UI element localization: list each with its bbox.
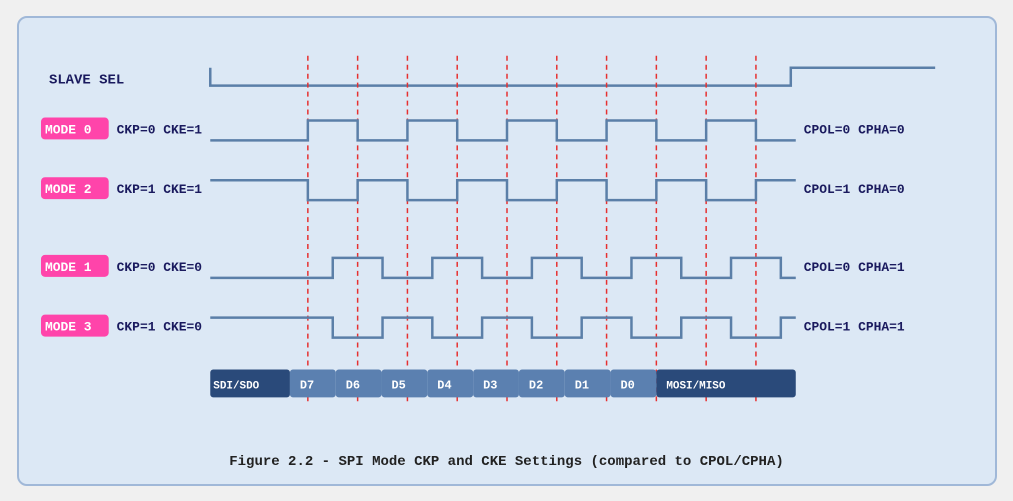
svg-text:D3: D3 xyxy=(483,378,497,392)
svg-text:MODE 3: MODE 3 xyxy=(44,319,91,334)
svg-text:SLAVE SEL: SLAVE SEL xyxy=(48,72,123,88)
diagram-area: SLAVE SEL MODE 0 CKP=0 CKE=1 xyxy=(39,36,975,444)
svg-text:SDI/SDO: SDI/SDO xyxy=(213,380,259,392)
svg-text:MOSI/MISO: MOSI/MISO xyxy=(666,380,726,392)
svg-text:D7: D7 xyxy=(299,378,313,392)
svg-text:CKP=0 CKE=1: CKP=0 CKE=1 xyxy=(116,122,202,137)
svg-text:D5: D5 xyxy=(391,378,405,392)
svg-text:D2: D2 xyxy=(528,378,542,392)
svg-text:CKP=1 CKE=0: CKP=1 CKE=0 xyxy=(116,319,202,334)
svg-text:MODE 2: MODE 2 xyxy=(44,182,91,197)
svg-text:CPOL=0 CPHA=0: CPOL=0 CPHA=0 xyxy=(803,122,904,137)
svg-text:CPOL=0 CPHA=1: CPOL=0 CPHA=1 xyxy=(803,259,904,274)
svg-text:MODE 0: MODE 0 xyxy=(44,122,91,137)
svg-text:D1: D1 xyxy=(574,378,588,392)
svg-text:D4: D4 xyxy=(437,378,451,392)
svg-text:CPOL=1 CPHA=1: CPOL=1 CPHA=1 xyxy=(803,319,904,334)
figure-caption: Figure 2.2 - SPI Mode CKP and CKE Settin… xyxy=(39,454,975,470)
svg-text:D6: D6 xyxy=(345,378,359,392)
svg-text:D0: D0 xyxy=(620,378,634,392)
svg-text:CKP=1 CKE=1: CKP=1 CKE=1 xyxy=(116,182,202,197)
svg-text:CKP=0 CKE=0: CKP=0 CKE=0 xyxy=(116,259,202,274)
svg-text:MODE 1: MODE 1 xyxy=(44,259,91,274)
main-container: SLAVE SEL MODE 0 CKP=0 CKE=1 xyxy=(17,16,997,486)
svg-text:CPOL=1 CPHA=0: CPOL=1 CPHA=0 xyxy=(803,182,904,197)
